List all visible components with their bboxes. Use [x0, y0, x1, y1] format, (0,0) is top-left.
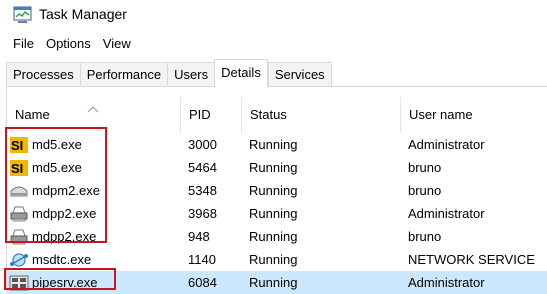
process-pid: 6084 — [188, 275, 217, 290]
process-user: bruno — [408, 183, 442, 198]
process-name: md5.exe — [32, 137, 82, 152]
tab-processes[interactable]: Processes — [6, 62, 80, 87]
process-name-cell: mdpp2.exe — [9, 225, 96, 248]
process-pid: 3000 — [188, 137, 217, 152]
column-user-label: User name — [409, 107, 473, 122]
task-manager-icon — [13, 6, 33, 24]
title-bar: Task Manager — [0, 0, 547, 30]
column-pid-label: PID — [189, 107, 211, 122]
process-user: bruno — [408, 160, 442, 175]
process-pid: 948 — [188, 229, 210, 244]
table-row-selected[interactable]: pipesrv.exe 6084 Running Administrator — [7, 271, 547, 294]
process-user: bruno — [408, 229, 442, 244]
process-pid: 1140 — [188, 252, 216, 267]
process-name: mdpp2.exe — [32, 206, 97, 221]
tab-details[interactable]: Details — [214, 59, 268, 88]
process-name-cell: SI md5.exe — [9, 133, 82, 156]
process-pid: 5348 — [188, 183, 217, 198]
menu-options[interactable]: Options — [40, 34, 97, 54]
process-user: Administrator — [408, 206, 485, 221]
process-status: Running — [249, 206, 298, 221]
process-name-cell: msdtc.exe — [9, 248, 91, 271]
column-name-label: Name — [15, 107, 50, 122]
si-icon: SI — [10, 136, 28, 153]
process-list: SI md5.exe 3000 Running Administrator SI… — [7, 133, 547, 294]
table-row[interactable]: mdpp2.exe 3968 Running Administrator — [7, 202, 547, 225]
process-pid: 5464 — [188, 160, 217, 175]
process-user: NETWORK SERVICE — [408, 252, 535, 267]
service-icon — [9, 275, 29, 290]
menu-file[interactable]: File — [0, 34, 40, 54]
details-table: Name PID Status User name SI md5.exe 300… — [7, 87, 547, 294]
si-icon: SI — [10, 159, 28, 176]
menu-bar: File Options View — [0, 34, 137, 54]
process-name: mdpp2.exe — [32, 229, 97, 244]
window-title: Task Manager — [39, 6, 127, 22]
process-pid: 3968 — [188, 206, 217, 221]
scanner-icon — [10, 186, 28, 196]
process-name-cell: pipesrv.exe — [9, 271, 98, 294]
process-status: Running — [249, 183, 298, 198]
process-status: Running — [249, 275, 298, 290]
process-user: Administrator — [408, 275, 485, 290]
column-header-name[interactable]: Name — [7, 97, 181, 133]
table-row[interactable]: mdpp2.exe 948 Running bruno — [7, 225, 547, 248]
printer-icon — [10, 229, 28, 244]
table-row[interactable]: mdpm2.exe 5348 Running bruno — [7, 179, 547, 202]
process-status: Running — [249, 229, 298, 244]
tab-services[interactable]: Services — [267, 62, 332, 87]
column-header-status[interactable]: Status — [242, 97, 401, 133]
process-status: Running — [249, 252, 298, 267]
tab-users[interactable]: Users — [167, 62, 215, 87]
process-name: pipesrv.exe — [32, 275, 98, 290]
process-name: msdtc.exe — [32, 252, 92, 267]
column-header-pid[interactable]: PID — [181, 97, 242, 133]
process-user: Administrator — [408, 137, 485, 152]
svg-text:SI: SI — [11, 138, 23, 153]
process-name-cell: SI md5.exe — [9, 156, 82, 179]
process-status: Running — [249, 137, 298, 152]
tab-strip: Processes Performance Users Details Serv… — [6, 59, 332, 88]
tab-performance[interactable]: Performance — [79, 62, 168, 87]
svg-text:SI: SI — [11, 161, 23, 176]
column-status-label: Status — [250, 107, 287, 122]
process-name-cell: mdpp2.exe — [9, 202, 96, 225]
table-header: Name PID Status User name — [7, 97, 547, 133]
printer-icon — [10, 206, 28, 221]
table-row[interactable]: SI md5.exe 5464 Running bruno — [7, 156, 547, 179]
column-header-user[interactable]: User name — [401, 97, 547, 133]
process-status: Running — [249, 160, 298, 175]
process-name-cell: mdpm2.exe — [9, 179, 100, 202]
process-name: mdpm2.exe — [32, 183, 100, 198]
table-row[interactable]: SI md5.exe 3000 Running Administrator — [7, 133, 547, 156]
network-icon — [10, 252, 28, 267]
sort-ascending-icon — [87, 91, 99, 113]
table-row[interactable]: msdtc.exe 1140 Running NETWORK SERVICE — [7, 248, 547, 271]
menu-view[interactable]: View — [97, 34, 137, 54]
process-name: md5.exe — [32, 160, 82, 175]
